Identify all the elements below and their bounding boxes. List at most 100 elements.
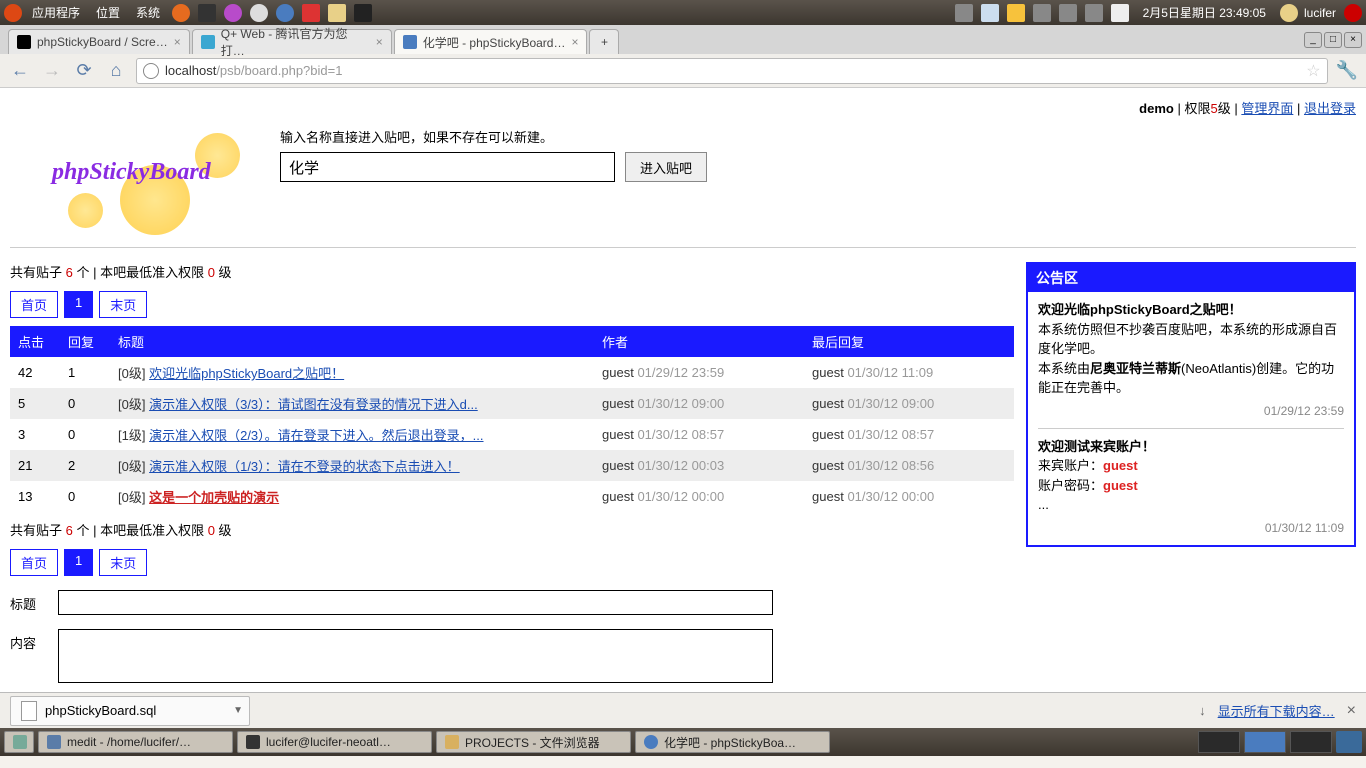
pager-current-button[interactable]: 1 xyxy=(64,291,93,318)
taskbar-item-medit[interactable]: medit - /home/lucifer/… xyxy=(38,731,233,753)
envelope-icon[interactable] xyxy=(1111,4,1129,22)
pager-first-button[interactable]: 首页 xyxy=(10,291,58,318)
taskbar-item-files[interactable]: PROJECTS - 文件浏览器 xyxy=(436,731,631,753)
tab-title: Q+ Web - 腾讯官方为您打… xyxy=(221,25,370,59)
col-last: 最后回复 xyxy=(804,326,1014,357)
col-replies: 回复 xyxy=(60,326,110,357)
search-hint: 输入名称直接进入贴吧，如果不存在可以新建。 xyxy=(280,127,707,146)
download-item[interactable]: phpStickyBoard.sql ▼ xyxy=(10,696,250,726)
post-title-link[interactable]: 演示准入权限（3/3）：请试图在没有登录的情况下进入d... xyxy=(149,397,478,412)
os-menu-bar: 应用程序 位置 系统 2月5日星期日 23:49:05 lucifer xyxy=(0,0,1366,25)
notice1-line1: 本系统仿照但不抄袭百度贴吧，本系统的形成源自百度化学吧。 xyxy=(1038,320,1344,359)
os-menu-apps[interactable]: 应用程序 xyxy=(26,4,86,21)
power-icon[interactable] xyxy=(1344,4,1362,22)
posts-table: 点击 回复 标题 作者 最后回复 421[0级] 欢迎光临phpStickyBo… xyxy=(10,326,1014,512)
tab-current[interactable]: 化学吧 - phpStickyBoard… × xyxy=(394,29,588,54)
download-arrow-icon: ↓ xyxy=(1199,703,1206,718)
dropdown-icon[interactable]: ▼ xyxy=(233,705,243,716)
post-content-label: 内容 xyxy=(10,629,44,683)
address-bar[interactable]: localhost/psb/board.php?bid=1 ☆ xyxy=(136,58,1328,84)
network-icon[interactable] xyxy=(1033,4,1051,22)
pager-last-button[interactable]: 末页 xyxy=(99,291,147,318)
post-title-link[interactable]: 欢迎光临phpStickyBoard之贴吧！ xyxy=(149,366,344,381)
plus-icon: + xyxy=(601,35,608,49)
divider xyxy=(10,247,1356,248)
disc-icon[interactable] xyxy=(250,4,268,22)
window-close-button[interactable]: × xyxy=(1344,32,1362,48)
show-desktop-button[interactable] xyxy=(4,731,34,753)
workspace-3[interactable] xyxy=(1290,731,1332,753)
battery-icon[interactable] xyxy=(1085,4,1103,22)
post-title-label: 标题 xyxy=(10,590,44,615)
ubuntu-logo-icon[interactable] xyxy=(4,4,22,22)
pager-last-button[interactable]: 末页 xyxy=(99,549,147,576)
new-tab-button[interactable]: + xyxy=(589,29,619,54)
os-menu-system[interactable]: 系统 xyxy=(130,4,166,21)
window-maximize-button[interactable]: □ xyxy=(1324,32,1342,48)
terminal-icon[interactable] xyxy=(198,4,216,22)
pidgin-icon[interactable] xyxy=(224,4,242,22)
orca-icon[interactable] xyxy=(354,4,372,22)
notice2-line2: 账户密码：guest xyxy=(1038,476,1344,496)
post-title-link[interactable]: 演示准入权限（1/3）：请在不登录的状态下点击进入！ xyxy=(149,459,460,474)
firefox-icon[interactable] xyxy=(172,4,190,22)
notice1-line2: 本系统由尼奥亚特兰蒂斯(NeoAtlantis)创建。它的功能正在完善中。 xyxy=(1038,359,1344,398)
site-logo[interactable]: phpStickyBoard xyxy=(40,125,250,225)
board-search-input[interactable] xyxy=(280,152,615,182)
show-all-downloads-link[interactable]: 显示所有下载内容… xyxy=(1218,701,1335,720)
pager-current-button[interactable]: 1 xyxy=(64,549,93,576)
admin-link[interactable]: 管理界面 xyxy=(1241,101,1293,116)
logo-text: phpStickyBoard xyxy=(52,159,211,186)
os-menu-places[interactable]: 位置 xyxy=(90,4,126,21)
table-row: 30[1级] 演示准入权限（2/3）。请在登录下进入。然后退出登录，...gue… xyxy=(10,419,1014,450)
logout-link[interactable]: 退出登录 xyxy=(1304,101,1356,116)
reload-button[interactable]: ⟳ xyxy=(72,59,96,83)
bookmark-star-icon[interactable]: ☆ xyxy=(1306,61,1320,81)
sf-favicon-icon xyxy=(17,35,31,49)
tab-sf[interactable]: phpStickyBoard / Scre… × xyxy=(8,29,190,54)
post-content-textarea[interactable] xyxy=(58,629,773,683)
file-icon xyxy=(21,701,37,721)
post-title-link[interactable]: 演示准入权限（2/3）。请在登录下进入。然后退出登录，... xyxy=(149,428,483,443)
post-title-link[interactable]: 这是一个加壳贴的演示 xyxy=(149,490,279,505)
globe-icon xyxy=(143,63,159,79)
username-label: demo xyxy=(1139,101,1174,116)
window-minimize-button[interactable]: _ xyxy=(1304,32,1322,48)
warning-icon[interactable] xyxy=(1007,4,1025,22)
notice-panel: 公告区 欢迎光临phpStickyBoard之贴吧！ 本系统仿照但不抄袭百度贴吧… xyxy=(1026,262,1356,547)
clock[interactable]: 2月5日星期日 23:49:05 xyxy=(1135,4,1274,21)
volume-icon[interactable] xyxy=(1059,4,1077,22)
browser-tab-strip: phpStickyBoard / Scre… × Q+ Web - 腾讯官方为您… xyxy=(0,25,1366,54)
trash-icon[interactable] xyxy=(1336,731,1362,753)
settings-wrench-icon[interactable]: 🔧 xyxy=(1336,60,1358,81)
board-stats-bottom: 共有贴子 6 个 | 本吧最低准入权限 0 级 xyxy=(10,520,1014,539)
taskbar-item-browser[interactable]: 化学吧 - phpStickyBoa… xyxy=(635,731,830,753)
tab-close-icon[interactable]: × xyxy=(376,35,383,49)
url-path: /psb/board.php?bid=1 xyxy=(216,63,342,78)
workspace-1[interactable] xyxy=(1198,731,1240,753)
pager-first-button[interactable]: 首页 xyxy=(10,549,58,576)
notice2-line1: 来宾账户：guest xyxy=(1038,456,1344,476)
tab-close-icon[interactable]: × xyxy=(571,35,578,49)
chrome-icon[interactable] xyxy=(276,4,294,22)
notes-icon[interactable] xyxy=(328,4,346,22)
username[interactable]: lucifer xyxy=(1304,6,1336,20)
user-icon[interactable] xyxy=(1280,4,1298,22)
enter-board-button[interactable]: 进入贴吧 xyxy=(625,152,707,182)
downloads-close-icon[interactable]: × xyxy=(1347,702,1356,720)
tab-close-icon[interactable]: × xyxy=(174,35,181,49)
tab-qplus[interactable]: Q+ Web - 腾讯官方为您打… × xyxy=(192,29,392,54)
mail-tray-icon[interactable] xyxy=(981,4,999,22)
pen-icon[interactable] xyxy=(302,4,320,22)
post-title-input[interactable] xyxy=(58,590,773,615)
taskbar-item-terminal[interactable]: lucifer@lucifer-neoatl… xyxy=(237,731,432,753)
notice2-timestamp: 01/30/12 11:09 xyxy=(1038,519,1344,537)
home-button[interactable]: ⌂ xyxy=(104,59,128,83)
camera-icon[interactable] xyxy=(955,4,973,22)
forward-button[interactable]: → xyxy=(40,59,64,83)
back-button[interactable]: ← xyxy=(8,59,32,83)
table-row: 130[0级] 这是一个加壳贴的演示guest 01/30/12 00:00gu… xyxy=(10,481,1014,512)
workspace-2[interactable] xyxy=(1244,731,1286,753)
board-stats: 共有贴子 6 个 | 本吧最低准入权限 0 级 xyxy=(10,262,1014,281)
url-host: localhost xyxy=(165,63,216,78)
